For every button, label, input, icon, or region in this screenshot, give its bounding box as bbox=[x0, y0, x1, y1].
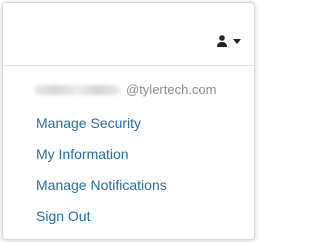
user-dropdown-menu: @tylertech.com Manage Security My Inform… bbox=[14, 69, 246, 237]
manage-security-link[interactable]: Manage Security bbox=[36, 114, 141, 132]
top-header-bar bbox=[3, 3, 254, 66]
account-email-domain: @tylertech.com bbox=[126, 82, 217, 97]
redacted-username-image bbox=[34, 85, 120, 95]
caret-down-icon bbox=[232, 38, 241, 44]
account-email-row: @tylertech.com bbox=[14, 81, 246, 99]
screenshot-frame: @tylertech.com Manage Security My Inform… bbox=[2, 2, 255, 240]
sign-out-link[interactable]: Sign Out bbox=[36, 207, 90, 225]
user-icon bbox=[216, 35, 228, 47]
user-menu-toggle[interactable] bbox=[211, 31, 245, 51]
my-information-link[interactable]: My Information bbox=[36, 145, 129, 163]
manage-notifications-link[interactable]: Manage Notifications bbox=[36, 176, 167, 194]
